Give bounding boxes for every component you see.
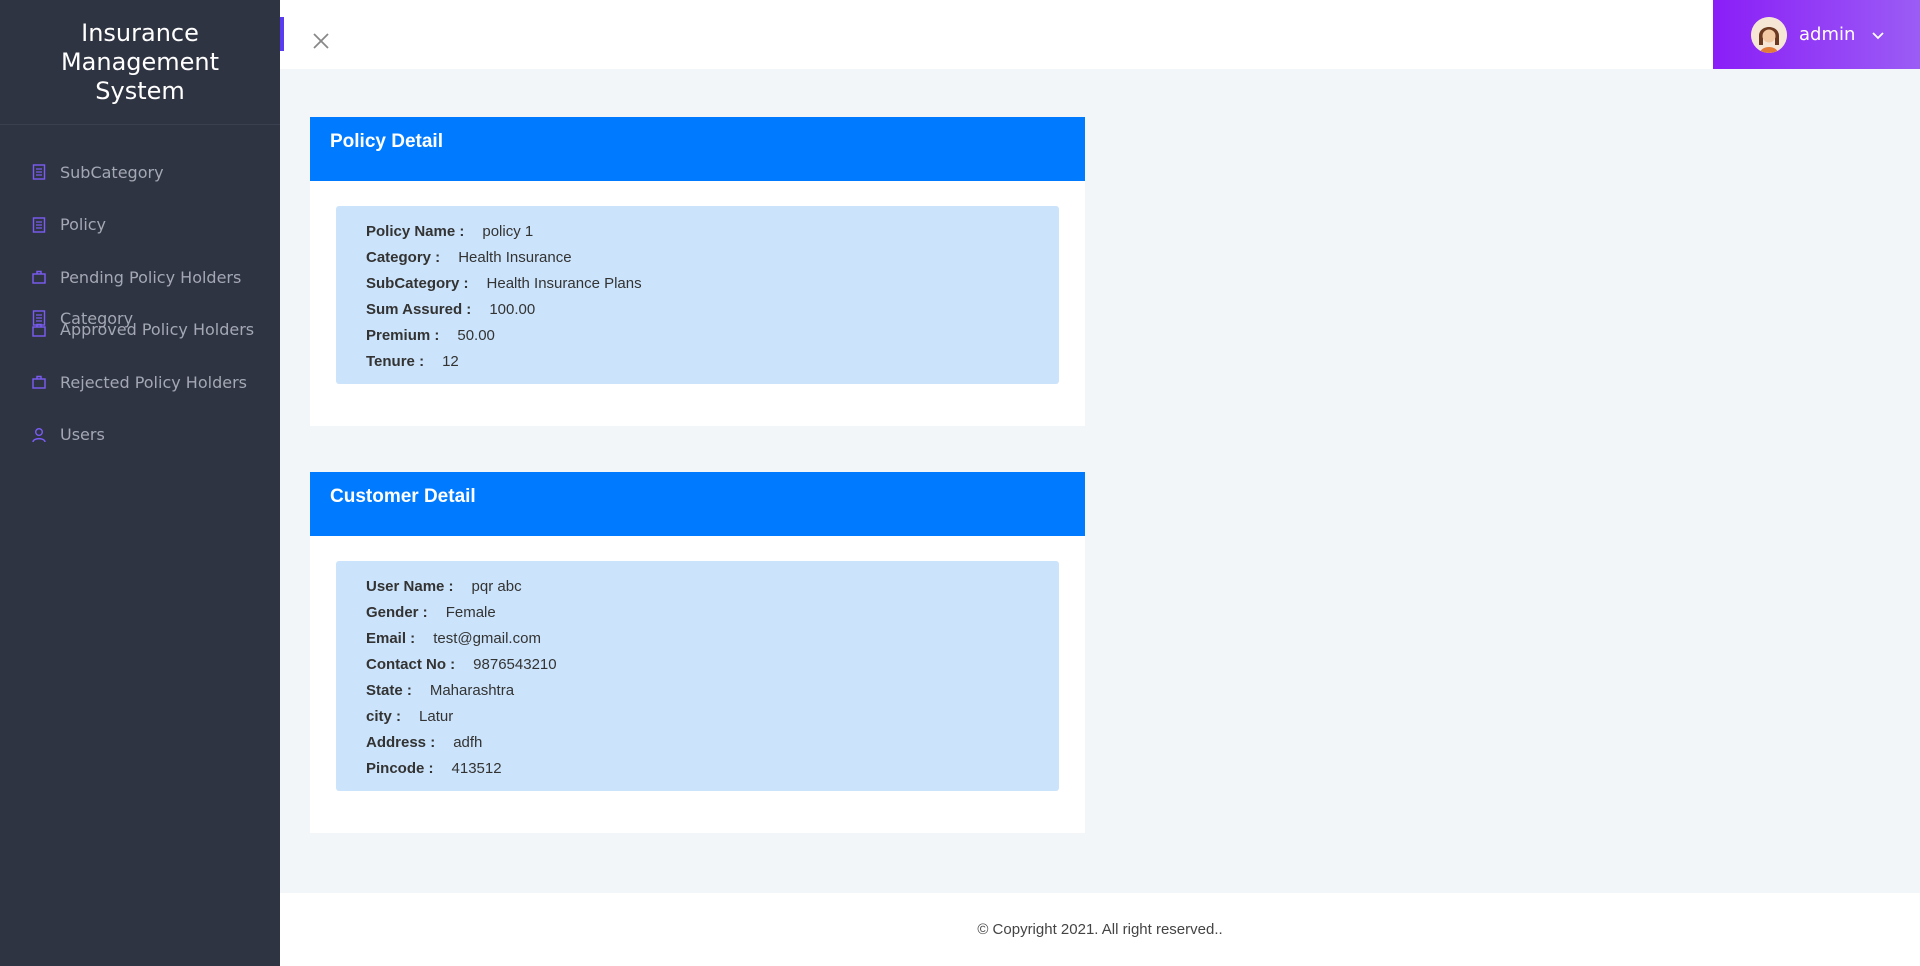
detail-label: Gender : — [366, 603, 428, 621]
detail-label: State : — [366, 681, 412, 699]
customer-detail-box: User Name : pqr abc Gender : Female Email … — [336, 561, 1059, 791]
sidebar-item-policy[interactable]: Policy — [0, 199, 280, 252]
detail-value: Female — [445, 603, 496, 621]
detail-row: Gender : Female — [366, 599, 1029, 625]
detail-label: Premium : — [366, 326, 440, 344]
sidebar-item-label: Category — [60, 308, 134, 328]
sidebar-item-label: Rejected Policy Holders — [60, 372, 247, 392]
detail-row: Pincode : 413512 — [366, 755, 1029, 781]
briefcase-icon — [32, 269, 46, 285]
detail-value: 9876543210 — [473, 655, 557, 673]
chevron-down-icon — [1871, 28, 1885, 42]
customer-detail-card: Customer Detail User Name : pqr abc Gende… — [310, 472, 1085, 833]
detail-label: Email : — [366, 629, 416, 647]
briefcase-icon — [32, 374, 46, 390]
detail-row: Category : Health Insurance — [366, 244, 1029, 270]
detail-value: 50.00 — [457, 326, 495, 344]
detail-value: Maharashtra — [429, 681, 515, 699]
detail-value: test@gmail.com — [433, 629, 541, 647]
sidebar-item-users[interactable]: Users — [0, 409, 280, 462]
user-menu-button[interactable]: admin — [1713, 0, 1920, 69]
detail-value: 100.00 — [489, 300, 536, 318]
policy-detail-card: Policy Detail Policy Name : policy 1 Cate… — [310, 117, 1085, 426]
detail-label: city : — [366, 707, 402, 725]
detail-row: Email : test@gmail.com — [366, 625, 1029, 651]
brand-title[interactable]: Insurance Management System — [0, 0, 280, 125]
sidebar: Insurance Management System Category Sub… — [0, 0, 280, 966]
sidebar-item-category[interactable]: Category — [0, 292, 133, 345]
policy-detail-box: Policy Name : policy 1 Category : Health I… — [336, 206, 1059, 384]
footer: © Copyright 2021. All right reserved.. — [280, 893, 1920, 966]
detail-row: Sum Assured : 100.00 — [366, 296, 1029, 322]
top-bar: admin — [280, 0, 1920, 69]
detail-row: Premium : 50.00 — [366, 322, 1029, 348]
detail-label: Sum Assured : — [366, 300, 472, 318]
detail-label: SubCategory : — [366, 274, 469, 292]
brand-line-1: Insurance — [81, 18, 199, 47]
detail-label: Category : — [366, 248, 441, 266]
detail-label: Address : — [366, 733, 436, 751]
document-icon — [32, 164, 46, 180]
detail-value: Latur — [419, 707, 454, 725]
detail-row: Policy Name : policy 1 — [366, 218, 1029, 244]
detail-label: Pincode : — [366, 759, 434, 777]
detail-row: SubCategory : Health Insurance Plans — [366, 270, 1029, 296]
detail-row: User Name : pqr abc — [366, 573, 1029, 599]
brand-line-3: System — [95, 76, 185, 105]
document-icon — [32, 310, 46, 326]
detail-label: Tenure : — [366, 352, 425, 370]
detail-value: Health Insurance — [458, 248, 572, 266]
detail-row: Contact No : 9876543210 — [366, 651, 1029, 677]
active-indicator — [280, 17, 284, 51]
sidebar-item-subcategory[interactable]: SubCategory — [0, 146, 280, 199]
avatar — [1751, 16, 1787, 53]
document-icon — [32, 217, 46, 233]
detail-label: Contact No : — [366, 655, 456, 673]
detail-value: Health Insurance Plans — [486, 274, 642, 292]
close-icon[interactable] — [311, 31, 331, 51]
detail-value: pqr abc — [471, 577, 522, 595]
detail-value: policy 1 — [482, 222, 534, 240]
detail-row: State : Maharashtra — [366, 677, 1029, 703]
sidebar-nav: Category SubCategory Policy Pending Poli… — [0, 146, 280, 461]
policy-detail-title: Policy Detail — [310, 117, 1085, 181]
sidebar-item-label: Pending Policy Holders — [60, 267, 242, 287]
user-icon — [32, 427, 46, 443]
detail-value: 12 — [442, 352, 459, 370]
detail-row: city : Latur — [366, 703, 1029, 729]
sidebar-item-label: SubCategory — [60, 162, 164, 182]
user-name: admin — [1799, 24, 1856, 45]
detail-label: Policy Name : — [366, 222, 465, 240]
sidebar-item-label: Users — [60, 425, 105, 445]
sidebar-item-label: Policy — [60, 215, 107, 235]
detail-row: Tenure : 12 — [366, 348, 1029, 374]
detail-row: Address : adfh — [366, 729, 1029, 755]
detail-value: adfh — [453, 733, 483, 751]
customer-detail-title: Customer Detail — [310, 472, 1085, 536]
brand-line-2: Management — [60, 47, 220, 76]
detail-label: User Name : — [366, 577, 454, 595]
copyright-text: © Copyright 2021. All right reserved.. — [977, 921, 1223, 938]
sidebar-item-rejected-policy-holders[interactable]: Rejected Policy Holders — [0, 356, 280, 409]
detail-value: 413512 — [451, 759, 502, 777]
